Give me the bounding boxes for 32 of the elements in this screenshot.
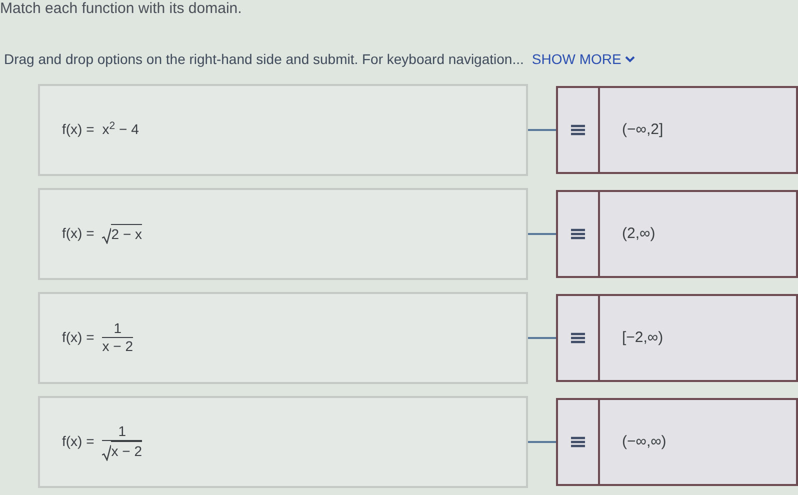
domain-option: (−∞,2] — [622, 118, 664, 141]
connector-line — [528, 440, 556, 443]
show-more-link[interactable]: SHOW MORE — [532, 48, 636, 70]
connector-line — [528, 232, 556, 235]
chevron-down-icon — [625, 56, 636, 63]
answer-card[interactable]: (−∞,∞) — [556, 398, 798, 486]
numerator: 1 — [118, 422, 126, 440]
function-lhs: f(x) = — [62, 224, 94, 244]
numerator: 1 — [114, 320, 122, 338]
radical-sign-icon — [102, 228, 112, 244]
function-lhs: f(x) = — [62, 120, 94, 140]
answer-card[interactable]: (2,∞) — [556, 190, 798, 278]
radical-sign-icon — [102, 444, 112, 461]
domain-option: [−2,∞) — [622, 326, 664, 349]
instruction-text: Drag and drop options on the right-hand side and submit. For keyboard navigation... — [4, 50, 524, 69]
answer-card[interactable]: (−∞,2] — [556, 86, 798, 174]
drag-handle-icon — [571, 332, 585, 344]
function-lhs: f(x) = — [62, 432, 94, 452]
question-title: Match each function with its domain. — [0, 0, 243, 19]
denominator: x − 2 — [111, 441, 142, 461]
connector-line — [528, 336, 556, 339]
denominator: x − 2 — [102, 338, 134, 356]
function-rhs: x$^{2}$ − 4 — [102, 119, 139, 140]
drag-handle-icon — [571, 124, 585, 136]
domain-option: (−∞,∞) — [622, 430, 666, 453]
drag-handle-icon — [571, 228, 585, 240]
radicand: 2 − x — [111, 224, 142, 244]
connector-line — [528, 128, 556, 131]
drag-handle-icon — [571, 436, 585, 448]
domain-option: (2,∞) — [622, 222, 656, 245]
function-lhs: f(x) = — [62, 328, 94, 348]
answer-card[interactable]: [−2,∞) — [556, 294, 798, 382]
